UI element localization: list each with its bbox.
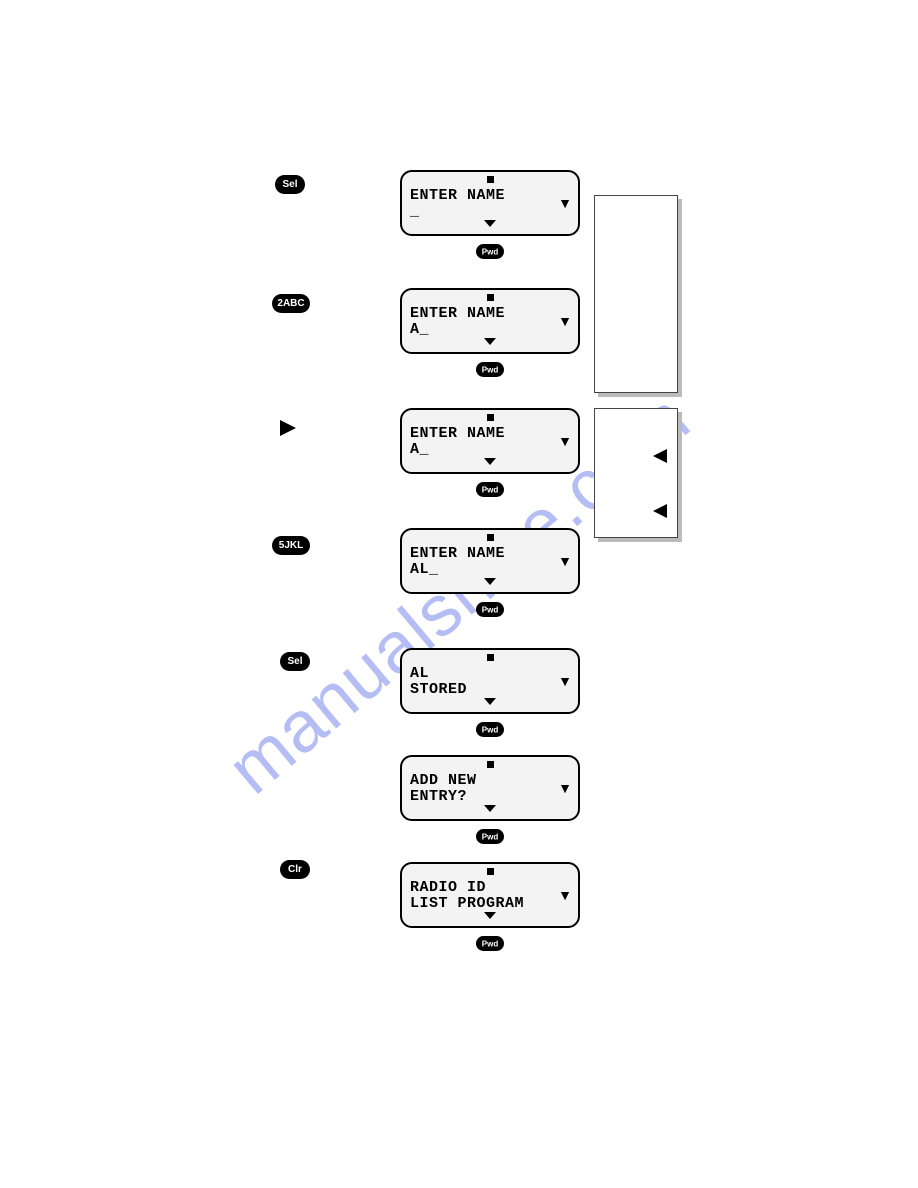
- pwd-button[interactable]: [476, 244, 504, 259]
- step-7: RADIO ID LIST PROGRAM ▼: [400, 862, 580, 951]
- indicator-square-icon: [487, 176, 494, 183]
- lcd-screen: AL STORED ▼: [400, 648, 580, 714]
- down-arrow-icon: [484, 338, 496, 345]
- indicator-square-icon: [487, 654, 494, 661]
- lcd-screen: RADIO ID LIST PROGRAM ▼: [400, 862, 580, 928]
- left-arrow-icon: [653, 504, 667, 518]
- down-arrow-icon: [484, 912, 496, 919]
- step-1: ENTER NAME _ ▼: [400, 170, 580, 259]
- sel-button[interactable]: Sel: [275, 175, 305, 194]
- clr-button[interactable]: Clr: [280, 860, 310, 879]
- lcd-screen: ADD NEW ENTRY? ▼: [400, 755, 580, 821]
- signal-icon: ▼: [558, 887, 572, 903]
- pwd-button[interactable]: [476, 936, 504, 951]
- down-arrow-icon: [484, 578, 496, 585]
- sel-button-2[interactable]: Sel: [280, 652, 310, 671]
- lcd-screen: ENTER NAME A_ ▼: [400, 408, 580, 474]
- lcd-line1: ENTER NAME: [410, 546, 570, 562]
- signal-icon: ▼: [558, 553, 572, 569]
- lcd-line1: ADD NEW: [410, 773, 570, 789]
- lcd-line1: RADIO ID: [410, 880, 570, 896]
- lcd-line2: _: [410, 204, 570, 220]
- right-arrow-button[interactable]: [280, 420, 296, 436]
- left-arrow-icon: [653, 449, 667, 463]
- key-5jkl-button[interactable]: 5JKL: [272, 536, 310, 555]
- indicator-square-icon: [487, 868, 494, 875]
- lcd-line1: ENTER NAME: [410, 188, 570, 204]
- note-box-2: [594, 408, 678, 538]
- pwd-button[interactable]: [476, 829, 504, 844]
- lcd-screen: ENTER NAME AL_ ▼: [400, 528, 580, 594]
- lcd-line1: AL: [410, 666, 570, 682]
- pwd-button[interactable]: [476, 722, 504, 737]
- lcd-line2: A_: [410, 322, 570, 338]
- signal-icon: ▼: [558, 195, 572, 211]
- lcd-line2: AL_: [410, 562, 570, 578]
- signal-icon: ▼: [558, 673, 572, 689]
- lcd-line1: ENTER NAME: [410, 306, 570, 322]
- signal-icon: ▼: [558, 433, 572, 449]
- indicator-square-icon: [487, 761, 494, 768]
- lcd-line2: STORED: [410, 682, 570, 698]
- signal-icon: ▼: [558, 313, 572, 329]
- key-2abc-button[interactable]: 2ABC: [272, 294, 310, 313]
- indicator-square-icon: [487, 294, 494, 301]
- lcd-line2: A_: [410, 442, 570, 458]
- lcd-screen: ENTER NAME A_ ▼: [400, 288, 580, 354]
- down-arrow-icon: [484, 458, 496, 465]
- step-5: AL STORED ▼: [400, 648, 580, 737]
- indicator-square-icon: [487, 414, 494, 421]
- lcd-line2: LIST PROGRAM: [410, 896, 570, 912]
- pwd-button[interactable]: [476, 482, 504, 497]
- down-arrow-icon: [484, 220, 496, 227]
- lcd-line1: ENTER NAME: [410, 426, 570, 442]
- down-arrow-icon: [484, 698, 496, 705]
- indicator-square-icon: [487, 534, 494, 541]
- step-3: ENTER NAME A_ ▼: [400, 408, 580, 497]
- lcd-line2: ENTRY?: [410, 789, 570, 805]
- pwd-button[interactable]: [476, 602, 504, 617]
- page: manualsnive.com Sel 2ABC 5JKL Sel Clr EN…: [0, 0, 918, 1188]
- lcd-screen: ENTER NAME _ ▼: [400, 170, 580, 236]
- signal-icon: ▼: [558, 780, 572, 796]
- pwd-button[interactable]: [476, 362, 504, 377]
- step-6: ADD NEW ENTRY? ▼: [400, 755, 580, 844]
- down-arrow-icon: [484, 805, 496, 812]
- step-4: ENTER NAME AL_ ▼: [400, 528, 580, 617]
- note-box-1: [594, 195, 678, 393]
- step-2: ENTER NAME A_ ▼: [400, 288, 580, 377]
